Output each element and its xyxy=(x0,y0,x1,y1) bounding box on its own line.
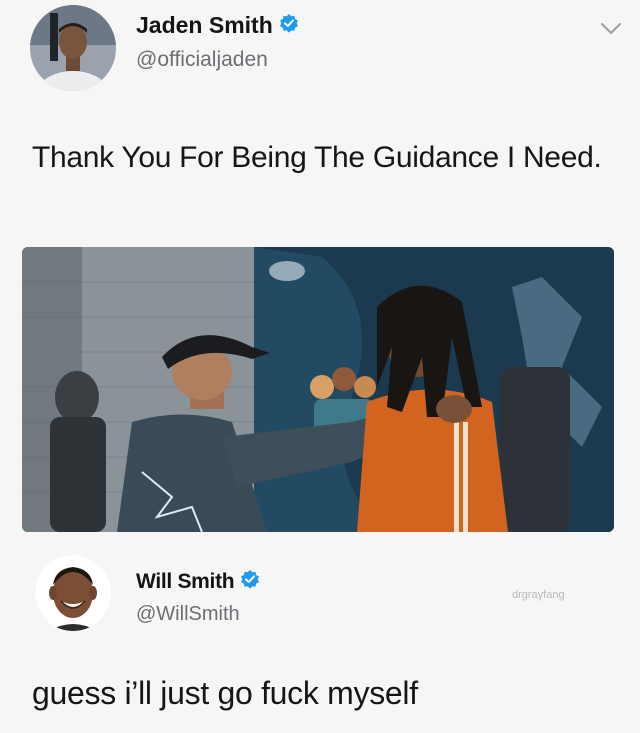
handle[interactable]: @WillSmith xyxy=(136,603,240,626)
tweet-jaden: Jaden Smith @officialjaden Thank You For… xyxy=(0,0,640,545)
chevron-down-icon[interactable] xyxy=(600,22,622,41)
verified-badge-icon xyxy=(279,13,299,38)
display-name[interactable]: Will Smith xyxy=(136,570,235,594)
avatar-will[interactable] xyxy=(35,555,111,631)
avatar-will-image xyxy=(35,555,111,631)
display-name[interactable]: Jaden Smith xyxy=(136,12,273,39)
watermark: drgrayfang xyxy=(512,589,565,601)
tweet-will: Will Smith @WillSmith drgrayfang guess i… xyxy=(0,545,640,733)
verified-badge-icon xyxy=(240,569,260,594)
avatar-jaden[interactable] xyxy=(30,5,116,91)
tweet-photo[interactable] xyxy=(22,247,614,532)
tweet-text: Thank You For Being The Guidance I Need. xyxy=(32,141,602,174)
tweet-text: guess i’ll just go fuck myself xyxy=(32,675,418,711)
handle[interactable]: @officialjaden xyxy=(136,48,268,72)
avatar-jaden-image xyxy=(30,5,116,91)
